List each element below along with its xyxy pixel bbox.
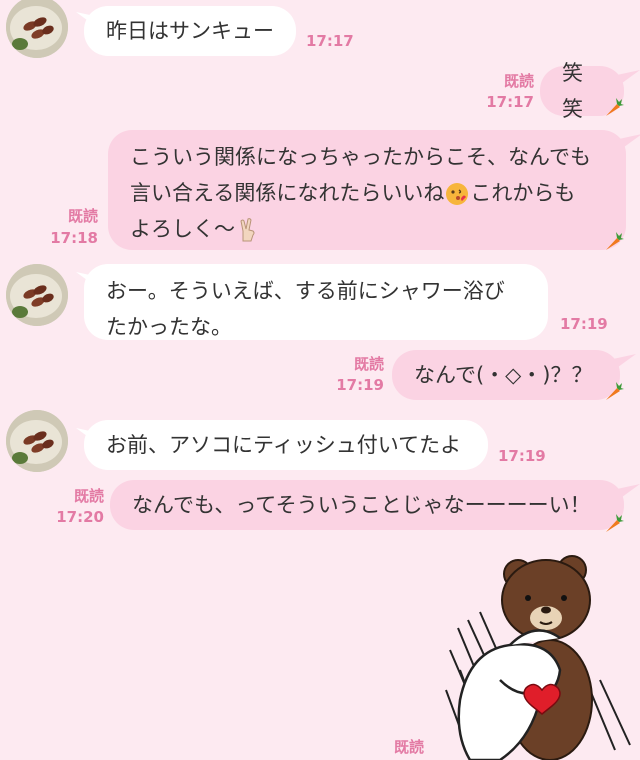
peace-emoji	[240, 218, 255, 242]
message-bubble[interactable]: お前、アソコにティッシュ付いてたよ	[84, 420, 488, 470]
message-line: よろしく〜	[130, 211, 604, 247]
message-text: なんで(・◇・)？？	[414, 363, 593, 387]
avatar-food-image	[6, 0, 68, 58]
avatar[interactable]	[6, 0, 68, 58]
read-receipt: 既読	[73, 487, 104, 505]
avatar-food-image	[6, 264, 68, 326]
message-text: 笑笑	[562, 61, 583, 121]
carrot-icon	[606, 514, 624, 532]
timestamp: 17:18	[50, 229, 98, 247]
timestamp: 17:20	[56, 508, 104, 526]
timestamp: 17:19	[498, 447, 546, 465]
message-line: こういう関係になっちゃったからこそ、なんでも	[130, 145, 591, 169]
message-line: おー。そういえば、する前にシャワー浴び	[106, 279, 505, 303]
message-text: お前、アソコにティッシュ付いてたよ	[106, 433, 462, 457]
avatar[interactable]	[6, 264, 68, 326]
message-bubble[interactable]: おー。そういえば、する前にシャワー浴び たかったな。	[84, 264, 548, 340]
carrot-icon	[606, 98, 624, 116]
kiss-emoji	[446, 183, 469, 205]
message-bubble[interactable]: なんで(・◇・)？？	[392, 350, 620, 400]
carrot-icon	[606, 382, 624, 400]
bubble-tail	[618, 484, 640, 500]
message-bubble[interactable]: こういう関係になっちゃったからこそ、なんでも 言い合える関係になれたらいいね これ…	[108, 130, 626, 250]
message-bubble[interactable]: 昨日はサンキュー	[84, 6, 296, 56]
avatar-food-image	[6, 410, 68, 472]
timestamp: 17:17	[486, 93, 534, 111]
message-line: 言い合える関係になれたらいいね これからも	[130, 181, 576, 205]
read-receipt: 既読	[67, 207, 98, 225]
timestamp: 17:17	[306, 32, 354, 50]
carrot-icon	[606, 232, 624, 250]
bear-head	[501, 555, 591, 641]
message-line: たかったな。	[106, 315, 232, 339]
timestamp: 17:19	[336, 376, 384, 394]
read-receipt: 既読	[353, 355, 384, 373]
bubble-tail	[620, 134, 640, 150]
timestamp: 17:19	[560, 315, 608, 333]
message-bubble[interactable]: なんでも、ってそういうことじゃなーーーーい！	[110, 480, 624, 530]
message-text: なんでも、ってそういうことじゃなーーーーい！	[132, 493, 591, 517]
read-receipt: 既読	[503, 72, 534, 90]
bubble-tail	[618, 70, 640, 86]
bubble-tail	[614, 354, 636, 370]
message-text: 昨日はサンキュー	[106, 19, 274, 43]
read-receipt: 既読	[393, 738, 424, 756]
avatar[interactable]	[6, 410, 68, 472]
bear-bunny-hug-sticker[interactable]	[440, 550, 640, 760]
